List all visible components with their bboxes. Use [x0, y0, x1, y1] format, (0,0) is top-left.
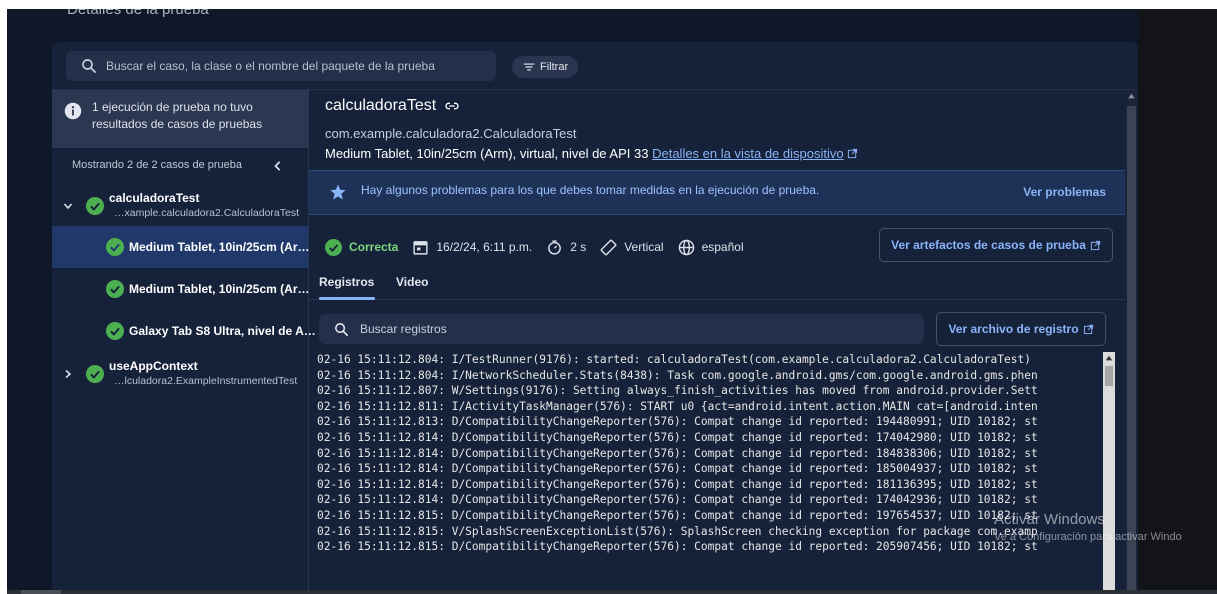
- log-line: 02-16 15:11:12.804: I/TestRunner(9176): …: [317, 353, 1031, 366]
- open-external-icon: [1083, 324, 1093, 334]
- collapse-chevron-left-icon[interactable]: [268, 156, 288, 176]
- view-artifacts-button[interactable]: Ver artefactos de casos de prueba: [879, 228, 1113, 262]
- log-line: 02-16 15:11:12.814: D/CompatibilityChang…: [317, 477, 1038, 491]
- issues-banner: Hay algunos problemas para los que debes…: [309, 170, 1125, 215]
- test-name: useAppContext: [109, 359, 198, 373]
- tree-item-calculadoratest[interactable]: calculadoraTest …xample.calculadora2.Cal…: [52, 186, 308, 226]
- screen-rotation-icon: [600, 239, 617, 255]
- run-date: 16/2/24, 6:11 p.m.: [436, 240, 533, 254]
- device-details-link[interactable]: Detalles en la vista de dispositivo: [652, 146, 844, 161]
- calendar-icon: [413, 240, 428, 255]
- search-icon: [335, 322, 349, 336]
- artifacts-label: Ver artefactos de casos de prueba: [891, 238, 1086, 252]
- app-window: Detalles de la prueba Buscar el caso, la…: [7, 9, 1217, 591]
- link-icon[interactable]: [444, 98, 460, 114]
- device-description: Medium Tablet, 10in/25cm (Arm), virtual,…: [325, 146, 649, 161]
- scroll-up-arrow-icon[interactable]: [1127, 92, 1136, 100]
- log-line: 02-16 15:11:12.814: D/CompatibilityChang…: [317, 493, 1038, 507]
- log-line: 02-16 15:11:12.814: D/CompatibilityChang…: [317, 462, 1038, 476]
- open-external-icon[interactable]: [847, 148, 858, 159]
- banner-text: Hay algunos problemas para los que debes…: [361, 183, 820, 197]
- device-info: Medium Tablet, 10in/25cm (Arm), virtual,…: [325, 146, 858, 161]
- log-scrollbar[interactable]: [1103, 352, 1115, 591]
- tree-item-device-2[interactable]: Medium Tablet, 10in/25cm (Ar…: [52, 268, 310, 310]
- log-line: 02-16 15:11:12.814: D/CompatibilityChang…: [317, 430, 1038, 444]
- test-details-panel: Buscar el caso, la clase o el nombre del…: [52, 42, 1138, 591]
- log-line: 02-16 15:11:12.814: D/CompatibilityChang…: [317, 446, 1038, 460]
- star-icon: [330, 184, 346, 200]
- search-icon: [82, 59, 96, 73]
- open-external-icon: [1090, 240, 1100, 250]
- right-background: [1138, 9, 1217, 591]
- page-title: Detalles de la prueba: [67, 9, 209, 18]
- check-circle-icon: [86, 197, 104, 215]
- showing-count: Mostrando 2 de 2 casos de prueba: [72, 159, 243, 171]
- main-scrollbar-thumb[interactable]: [1127, 106, 1136, 591]
- main-scrollbar[interactable]: [1125, 90, 1138, 591]
- view-log-file-button[interactable]: Ver archivo de registro: [936, 312, 1106, 346]
- no-results-notice: 1 ejecución de prueba no tuvo resultados…: [52, 90, 308, 148]
- timer-icon: [548, 239, 562, 255]
- log-line: 02-16 15:11:12.807: W/Settings(9176): Se…: [317, 384, 1038, 398]
- run-orientation: Vertical: [624, 240, 664, 254]
- check-circle-icon: [106, 280, 124, 298]
- view-problems-button[interactable]: Ver problemas: [1023, 185, 1106, 199]
- log-line: 02-16 15:11:12.804: I/NetworkScheduler.S…: [317, 368, 1038, 382]
- log-search-input[interactable]: Buscar registros: [319, 314, 924, 344]
- check-circle-icon: [325, 238, 342, 256]
- scroll-up-arrow-icon[interactable]: [1105, 354, 1113, 362]
- log-scrollbar-thumb[interactable]: [1105, 366, 1113, 386]
- log-file-label: Ver archivo de registro: [948, 322, 1079, 336]
- log-line: 02-16 15:11:12.811: I/ActivityTaskManage…: [317, 399, 1038, 413]
- taskbar-strip: [7, 590, 1217, 594]
- test-package: …xample.calculadora2.CalculadoraTest: [114, 207, 300, 219]
- check-circle-icon: [86, 365, 104, 383]
- result-label: Correcta: [349, 240, 399, 254]
- log-line: 02-16 15:11:12.815: D/CompatibilityChang…: [317, 508, 1038, 522]
- taskbar-item: [21, 590, 61, 594]
- test-name: calculadoraTest: [109, 191, 200, 205]
- device-name: Galaxy Tab S8 Ultra, nivel de A…: [129, 324, 316, 338]
- detail-tabs: Registros Video: [309, 265, 1125, 300]
- test-search-placeholder: Buscar el caso, la clase o el nombre del…: [106, 59, 435, 73]
- test-title: calculadoraTest: [325, 97, 460, 115]
- info-icon: [64, 102, 82, 120]
- active-tab-indicator: [319, 297, 375, 300]
- activation-watermark-subtitle: Ve a Configuración para activar Windo: [994, 531, 1182, 543]
- filter-icon: [523, 63, 535, 71]
- filter-label: Filtrar: [540, 61, 569, 73]
- tree-item-device-3[interactable]: Galaxy Tab S8 Ultra, nivel de A…: [52, 310, 316, 352]
- globe-icon: [678, 239, 694, 255]
- log-line: 02-16 15:11:12.815: V/SplashScreenExcept…: [317, 524, 1038, 538]
- test-title-text: calculadoraTest: [325, 97, 437, 114]
- tree-item-device-1[interactable]: Medium Tablet, 10in/25cm (Ar…: [52, 226, 310, 268]
- chevron-right-icon[interactable]: [62, 368, 74, 380]
- tab-video[interactable]: Video: [396, 275, 428, 289]
- log-search-placeholder: Buscar registros: [360, 322, 447, 336]
- tab-registros[interactable]: Registros: [319, 275, 374, 289]
- filter-button[interactable]: Filtrar: [512, 56, 579, 78]
- check-circle-icon: [106, 322, 124, 340]
- test-package: …lculadora2.ExampleInstrumentedTest: [114, 375, 298, 387]
- check-circle-icon: [106, 238, 124, 256]
- log-line: 02-16 15:11:12.815: D/CompatibilityChang…: [317, 540, 1038, 554]
- run-status: Correcta 16/2/24, 6:11 p.m. 2 s Vertical…: [325, 236, 744, 258]
- activation-watermark-title: Activar Windows: [994, 511, 1105, 528]
- test-search-input[interactable]: Buscar el caso, la clase o el nombre del…: [66, 51, 496, 81]
- chevron-down-icon[interactable]: [62, 200, 74, 212]
- device-name: Medium Tablet, 10in/25cm (Ar…: [129, 240, 310, 254]
- run-locale: español: [701, 240, 744, 254]
- device-name: Medium Tablet, 10in/25cm (Ar…: [129, 282, 310, 296]
- log-output[interactable]: 02-16 15:11:12.804: I/TestRunner(9176): …: [317, 352, 1101, 591]
- run-duration: 2 s: [570, 240, 587, 254]
- tree-item-useappcontext[interactable]: useAppContext …lculadora2.ExampleInstrum…: [52, 354, 308, 394]
- log-line: 02-16 15:11:12.813: D/CompatibilityChang…: [317, 415, 1038, 429]
- notice-text: 1 ejecución de prueba no tuvo resultados…: [92, 100, 263, 131]
- test-class: com.example.calculadora2.CalculadoraTest: [325, 126, 577, 141]
- test-sidebar: 1 ejecución de prueba no tuvo resultados…: [52, 90, 316, 591]
